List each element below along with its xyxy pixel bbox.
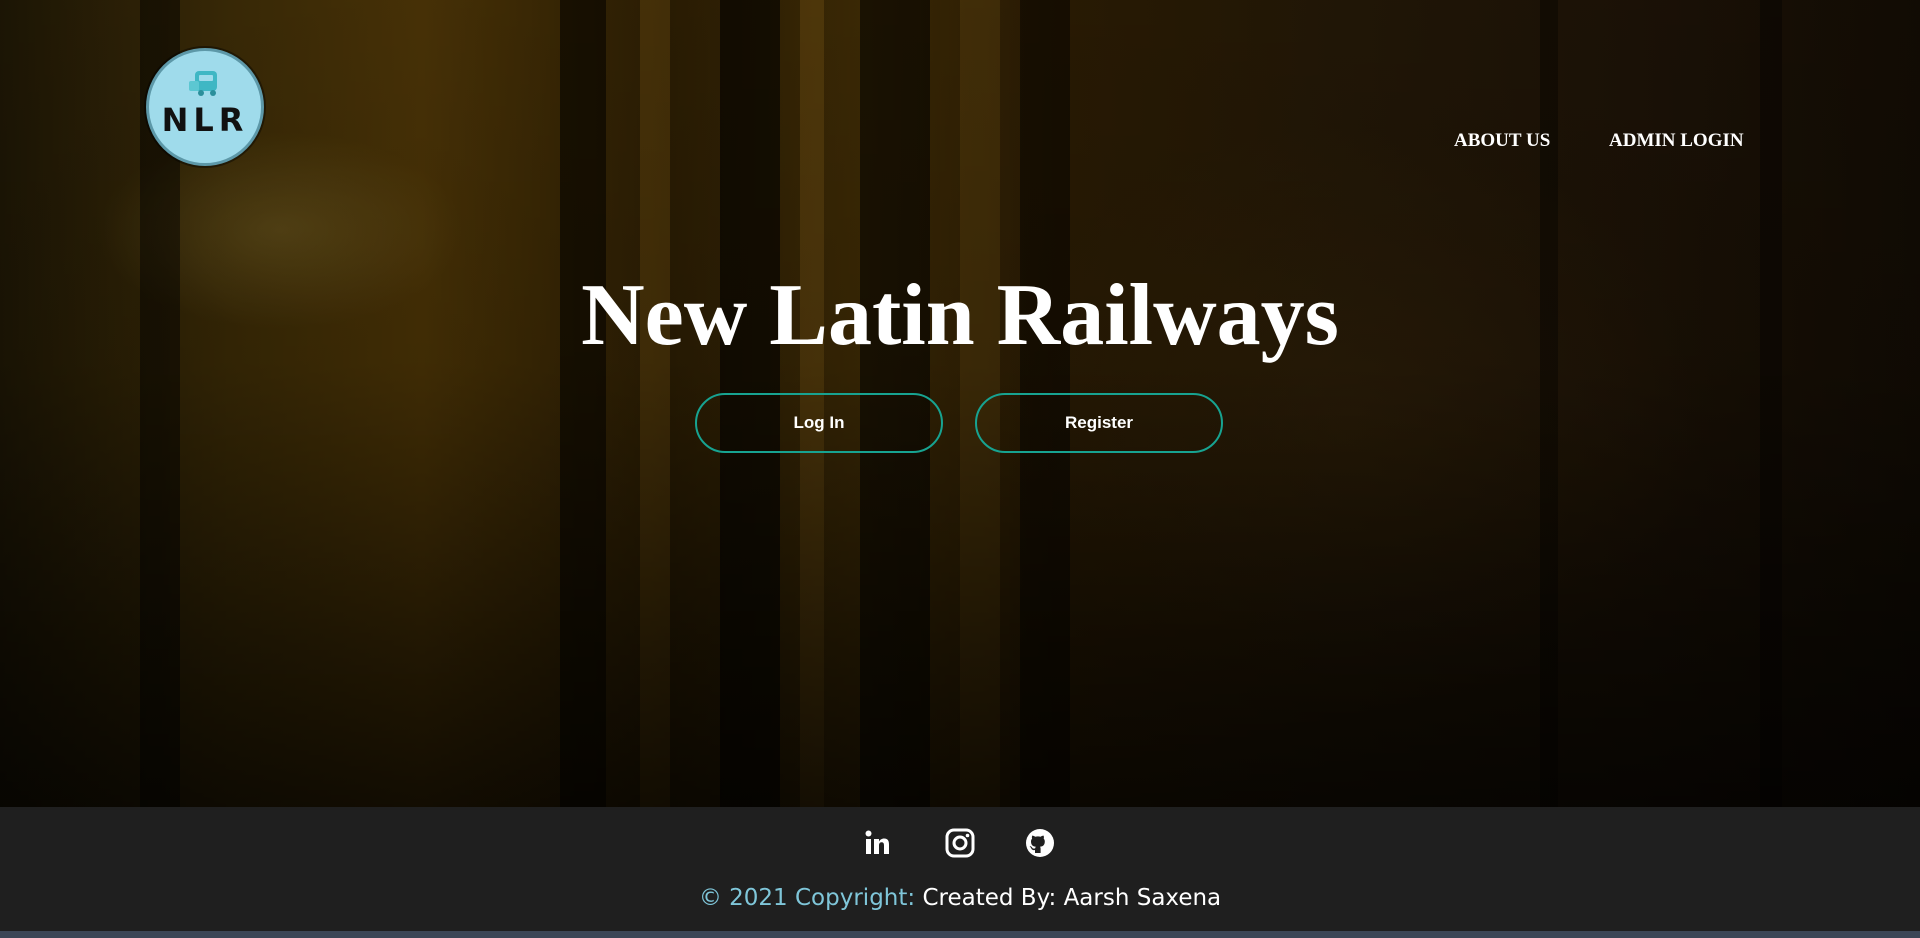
- register-button[interactable]: Register: [975, 393, 1223, 453]
- linkedin-icon: [865, 830, 889, 854]
- footer: © 2021 Copyright: Created By: Aarsh Saxe…: [0, 807, 1920, 934]
- site-logo[interactable]: NLR: [146, 48, 264, 166]
- github-link[interactable]: [1024, 827, 1056, 859]
- copyright-prefix: © 2021 Copyright:: [698, 885, 916, 911]
- train-icon: [189, 71, 217, 96]
- instagram-icon: [945, 828, 975, 858]
- copyright-text: © 2021 Copyright: Created By: Aarsh Saxe…: [0, 885, 1920, 911]
- background-vignette: [0, 0, 1920, 807]
- nav-about-us[interactable]: ABOUT US: [1454, 130, 1550, 152]
- instagram-link[interactable]: [944, 827, 976, 859]
- copyright-author: Created By: Aarsh Saxena: [922, 885, 1222, 911]
- logo-text: NLR: [161, 101, 249, 139]
- login-button[interactable]: Log In: [695, 393, 943, 453]
- page-title: New Latin Railways: [581, 267, 1339, 364]
- hero-section: NLR ABOUT US ADMIN LOGIN New Latin Railw…: [0, 0, 1920, 807]
- github-icon: [1026, 829, 1054, 857]
- nav-admin-login[interactable]: ADMIN LOGIN: [1609, 130, 1744, 152]
- linkedin-link[interactable]: [862, 827, 894, 859]
- bottom-border: [0, 931, 1920, 938]
